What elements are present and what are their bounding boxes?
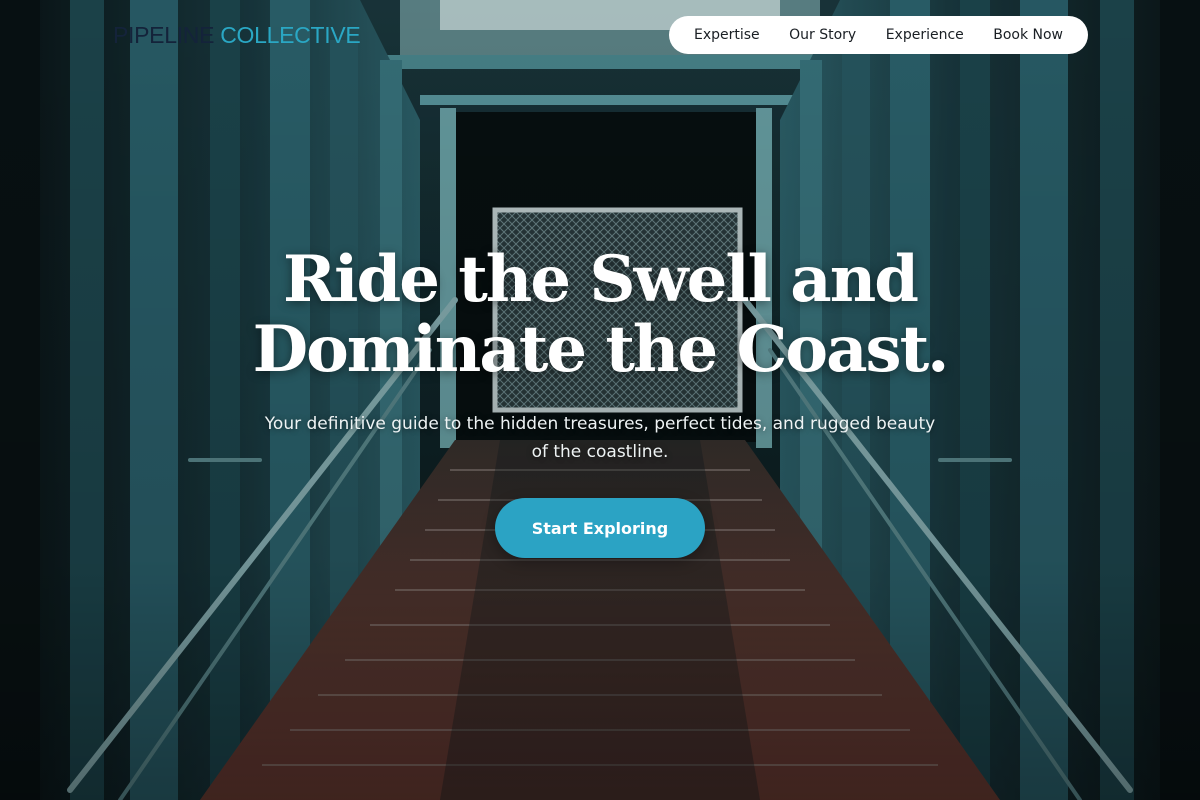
brand-logo-part-pipeline: PIPELINE: [113, 22, 215, 48]
brand-logo-part-collective: COLLECTIVE: [214, 22, 361, 48]
nav-link-our-story[interactable]: Our Story: [789, 27, 856, 43]
start-exploring-button[interactable]: Start Exploring: [495, 498, 705, 558]
hero-section: PIPELINE COLLECTIVE Expertise Our Story …: [0, 0, 1200, 800]
nav-link-expertise[interactable]: Expertise: [694, 27, 760, 43]
hero-headline-line-1: Ride the Swell and: [282, 242, 919, 317]
hero-headline-line-2: Dominate the Coast.: [252, 312, 950, 387]
hero-subtitle: Your definitive guide to the hidden trea…: [264, 414, 936, 462]
hero-background-stairway-image: [0, 0, 1200, 800]
nav-link-book-now[interactable]: Book Now: [993, 27, 1063, 43]
hero-headline: Ride the Swell and Dominate the Coast.: [0, 245, 1200, 385]
main-nav: Expertise Our Story Experience Book Now: [669, 16, 1088, 54]
brand-logo[interactable]: PIPELINE COLLECTIVE: [113, 20, 361, 50]
nav-link-experience[interactable]: Experience: [886, 27, 964, 43]
